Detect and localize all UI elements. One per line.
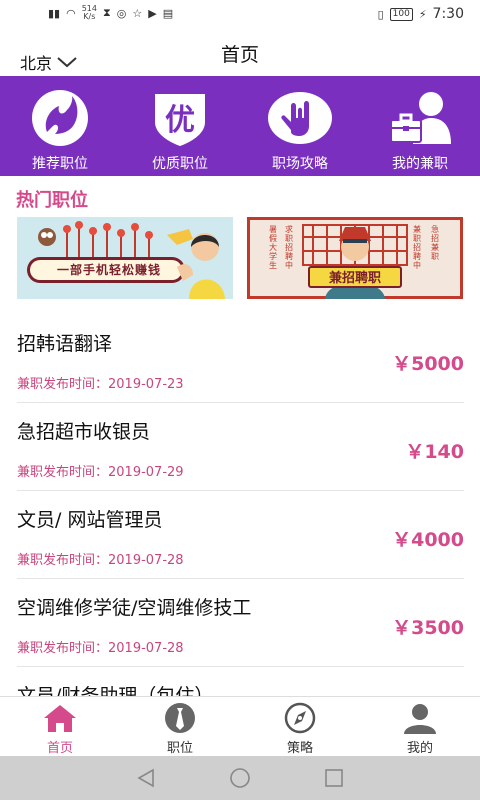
sim-icon: ▮▮ xyxy=(48,6,61,20)
status-bar: ▮▮ ◠ 514 K/s ⧗ ◎ ☆ ▶ ▤ ▯ 100 ⚡ 7:30 xyxy=(0,0,480,28)
tab-label: 首页 xyxy=(46,741,73,756)
battery-indicator: 100 xyxy=(389,7,413,21)
vibrate-icon: ▯ xyxy=(377,7,384,21)
job-publish-date: 兼职发布时间：2019-07-28 xyxy=(17,641,184,656)
net-speed-unit: K/s xyxy=(83,12,96,21)
tab-profile[interactable]: 我的 xyxy=(360,697,480,756)
job-publish-date: 兼职发布时间：2019-07-29 xyxy=(17,465,184,480)
tie-icon xyxy=(165,703,195,733)
person-icon xyxy=(404,704,436,734)
quality-shield-icon: 优 xyxy=(155,94,205,146)
category-label: 职场攻略 xyxy=(272,156,328,172)
category-label: 推荐职位 xyxy=(32,156,88,172)
category-bar: 推荐职位 优 优质职位 职场攻略 我的兼职 xyxy=(0,76,480,176)
job-title: 招韩语翻译 xyxy=(17,333,113,355)
category-label: 优质职位 xyxy=(152,156,208,172)
page-title: 首页 xyxy=(220,44,259,66)
home-circle-icon[interactable] xyxy=(229,767,251,789)
tab-label: 策略 xyxy=(286,741,313,756)
user-briefcase-icon xyxy=(390,92,451,144)
category-label: 我的兼职 xyxy=(392,156,448,172)
job-title: 空调维修学徒/空调维修技工 xyxy=(17,597,252,619)
tab-home[interactable]: 首页 xyxy=(0,697,120,756)
job-publish-date: 兼职发布时间：2019-07-28 xyxy=(17,553,184,568)
charging-icon: ⚡ xyxy=(418,7,427,21)
job-list-item[interactable]: 空调维修学徒/空调维修技工 ￥3500 兼职发布时间：2019-07-28 xyxy=(17,579,464,667)
network-speed: 514 K/s xyxy=(82,5,97,21)
tab-strategy[interactable]: 策略 xyxy=(240,697,360,756)
job-salary: ￥3500 xyxy=(392,617,464,639)
recents-square-icon[interactable] xyxy=(323,767,345,789)
job-list-item[interactable]: 文员/ 网站管理员 ￥4000 兼职发布时间：2019-07-28 xyxy=(17,491,464,579)
job-list: 招韩语翻译 ￥5000 兼职发布时间：2019-07-23 急招超市收银员 ￥1… xyxy=(17,315,464,755)
star-icon: ☆ xyxy=(132,6,143,20)
fire-icon xyxy=(32,90,88,146)
promo-banner-recruit[interactable]: 兼招聘职 暑假大学生 求职招聘中 兼职招聘中 急招兼职 xyxy=(247,217,463,299)
category-tips[interactable]: 职场攻略 xyxy=(245,76,355,176)
bottom-tab-bar: 首页 职位 策略 我的 xyxy=(0,696,480,756)
wechat-icon: ◎ xyxy=(116,6,127,20)
play-icon: ▶ xyxy=(148,6,157,20)
job-salary: ￥5000 xyxy=(392,353,464,375)
svg-text:优: 优 xyxy=(165,103,195,138)
job-list-item[interactable]: 招韩语翻译 ￥5000 兼职发布时间：2019-07-23 xyxy=(17,315,464,403)
compass-icon xyxy=(284,702,316,734)
tab-jobs[interactable]: 职位 xyxy=(120,697,240,756)
tab-label: 职位 xyxy=(166,741,193,756)
banner-recruit-left-text-2: 求职招聘中 xyxy=(285,225,293,270)
wifi-icon: ◠ xyxy=(66,6,76,20)
category-quality[interactable]: 优 优质职位 xyxy=(125,76,235,176)
system-navigation-bar xyxy=(0,756,480,800)
back-triangle-icon[interactable] xyxy=(135,767,157,789)
banner-recruit-right-text-2: 急招兼职 xyxy=(431,225,439,261)
job-title: 文员/ 网站管理员 xyxy=(17,509,163,531)
job-salary: ￥140 xyxy=(405,441,464,463)
category-recommended[interactable]: 推荐职位 xyxy=(5,76,115,176)
job-title: 急招超市收银员 xyxy=(17,421,151,443)
promo-banner-phone[interactable]: 一部手机轻松赚钱 xyxy=(17,217,233,299)
top-bar: 北京 首页 xyxy=(0,28,480,76)
banner-recruit-left-text: 暑假大学生 xyxy=(269,225,277,270)
category-my-jobs[interactable]: 我的兼职 xyxy=(365,76,475,176)
banner-recruit-right-text: 兼职招聘中 xyxy=(413,225,421,270)
home-icon xyxy=(44,705,76,732)
news-icon: ▤ xyxy=(162,6,174,20)
job-list-item[interactable]: 急招超市收银员 ￥140 兼职发布时间：2019-07-29 xyxy=(17,403,464,491)
hand-gesture-icon xyxy=(268,92,332,144)
job-publish-date: 兼职发布时间：2019-07-23 xyxy=(17,377,184,392)
status-time: 7:30 xyxy=(432,6,464,22)
tab-label: 我的 xyxy=(406,741,433,756)
job-salary: ￥4000 xyxy=(392,529,464,551)
banner-phone-illustration xyxy=(17,217,233,299)
section-title-hot-jobs: 热门职位 xyxy=(16,190,88,211)
hourglass-icon: ⧗ xyxy=(103,6,111,19)
banner-recruit-headline: 兼招聘职 xyxy=(328,271,381,286)
banner-phone-text: 一部手机轻松赚钱 xyxy=(56,263,161,277)
